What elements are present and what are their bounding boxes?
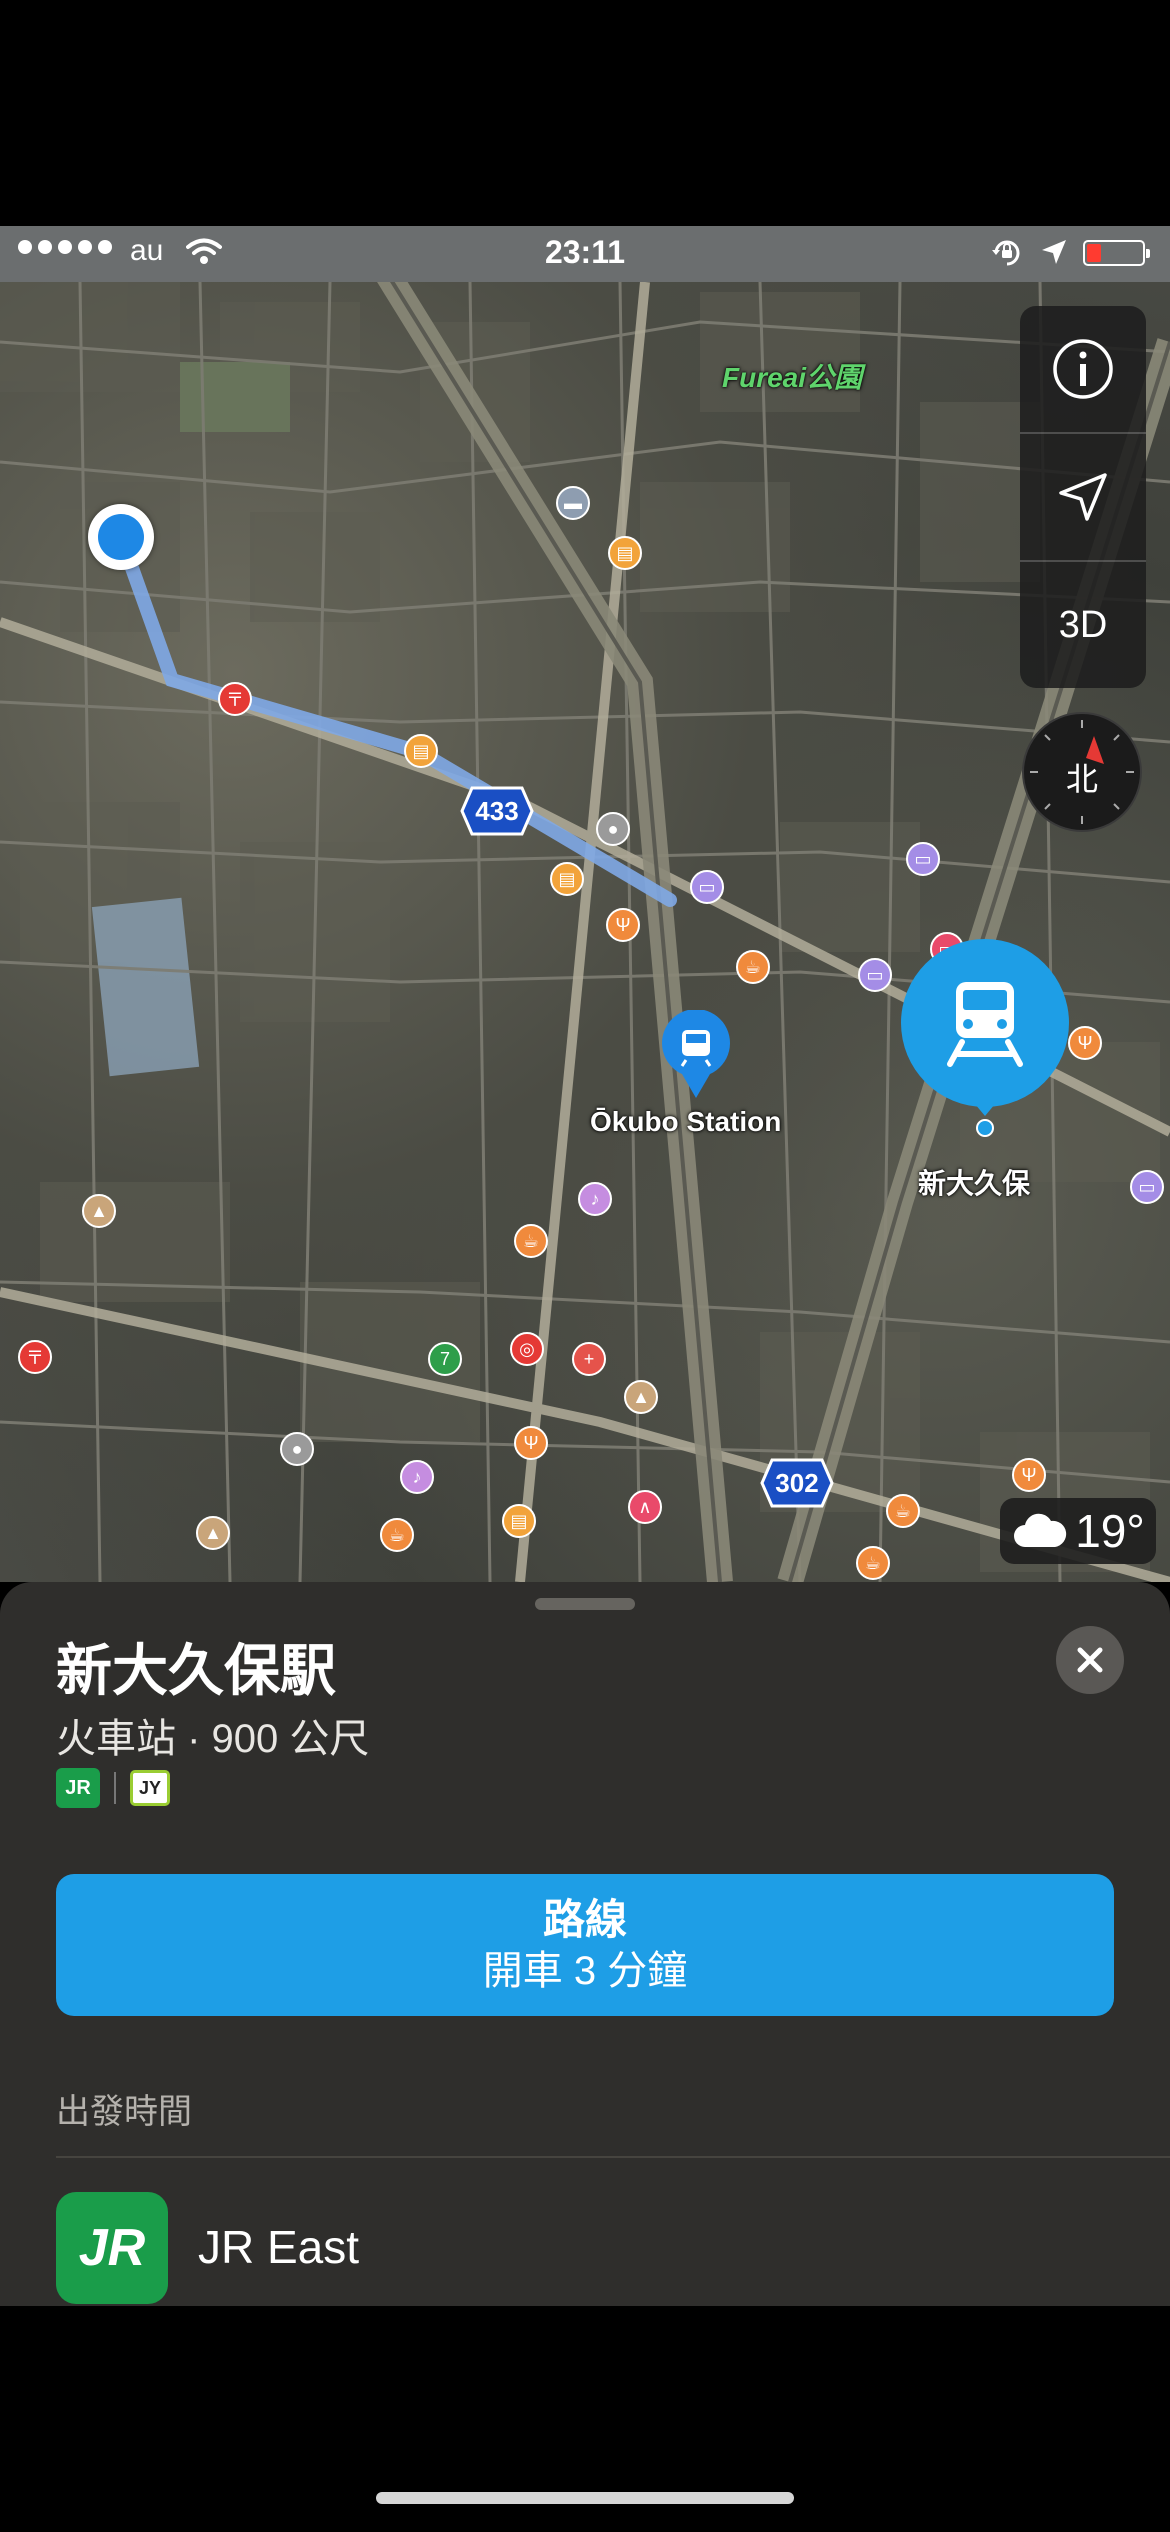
hospital-icon[interactable]: + [572, 1342, 606, 1376]
school-icon[interactable]: ▲ [82, 1194, 116, 1228]
school-icon[interactable]: ▲ [196, 1516, 230, 1550]
shopping-icon[interactable]: ▤ [404, 734, 438, 768]
jr-east-logo: JR [56, 2192, 168, 2304]
restaurant-icon[interactable]: Ψ [606, 908, 640, 942]
tracking-button[interactable] [1020, 434, 1146, 560]
directions-button-detail: 開車 3 分鐘 [482, 1949, 688, 1993]
selected-station-label: 新大久保 [918, 1168, 1031, 1199]
temperature: 19° [1075, 1505, 1145, 1557]
post-office-icon[interactable]: 〒 [18, 1340, 52, 1374]
jr-badge: JR [56, 1768, 100, 1808]
map-controls: 3D [1020, 306, 1146, 688]
landmark-icon[interactable]: ● [596, 812, 630, 846]
operator-name[interactable]: JR East [198, 2220, 359, 2274]
attraction-icon[interactable]: ∧ [628, 1490, 662, 1524]
okubo-station-label: Ōkubo Station [590, 1106, 782, 1137]
compass[interactable]: 北 [1022, 712, 1142, 832]
cloud-icon [1014, 1513, 1067, 1547]
cafe-icon[interactable]: ☕ [736, 950, 770, 984]
shopping-icon[interactable]: ▤ [608, 536, 642, 570]
shopping-icon[interactable]: ▤ [502, 1504, 536, 1538]
school-icon[interactable]: ▲ [624, 1380, 658, 1414]
departures-section-title: 出發時間 [56, 2093, 192, 2131]
selected-station-pin[interactable] [900, 938, 1070, 1138]
info-icon [1053, 339, 1113, 399]
hotel-icon[interactable]: ▭ [690, 870, 724, 904]
okubo-station-pin[interactable] [658, 1009, 734, 1100]
cafe-icon[interactable]: ☕ [856, 1546, 890, 1580]
target-store-icon[interactable]: ◎ [510, 1332, 544, 1366]
close-button[interactable] [1056, 1626, 1124, 1694]
current-location-marker[interactable] [88, 504, 154, 570]
close-icon [1077, 1647, 1103, 1673]
rotation-lock-icon [990, 236, 1024, 275]
music-icon[interactable]: ♪ [400, 1460, 434, 1494]
map-streets [0, 282, 1170, 1582]
restaurant-icon[interactable]: Ψ [514, 1426, 548, 1460]
restaurant-icon[interactable]: Ψ [1012, 1458, 1046, 1492]
info-button[interactable] [1020, 306, 1146, 432]
cafe-icon[interactable]: ☕ [380, 1518, 414, 1552]
line-badges: JR JY [56, 1768, 170, 1808]
music-icon[interactable]: ♪ [578, 1182, 612, 1216]
landmark-icon[interactable]: ● [280, 1432, 314, 1466]
route-433-shield: 433 [460, 786, 534, 836]
home-indicator[interactable] [376, 2492, 794, 2504]
route-302-shield: 302 [760, 1458, 834, 1508]
location-services-icon [1040, 238, 1068, 271]
restaurant-icon[interactable]: Ψ [1068, 1026, 1102, 1060]
shopping-icon[interactable]: ▤ [550, 862, 584, 896]
convenience-store-icon[interactable]: 7 [428, 1342, 462, 1376]
directions-button-title: 路線 [542, 1896, 627, 1943]
hotel-icon[interactable]: ▭ [1130, 1170, 1164, 1204]
hotel-icon[interactable]: ▭ [858, 958, 892, 992]
cafe-icon[interactable]: ☕ [886, 1494, 920, 1528]
3d-button[interactable]: 3D [1020, 562, 1146, 688]
place-title: 新大久保駅 [56, 1639, 336, 1702]
cafe-icon[interactable]: ☕ [514, 1224, 548, 1258]
battery-icon [1083, 240, 1150, 266]
divider [56, 2156, 1170, 2158]
directions-button[interactable]: 路線 開車 3 分鐘 [56, 1874, 1114, 2016]
jy-line-badge: JY [130, 1770, 170, 1806]
park-label: Fureai公園 [722, 362, 863, 393]
car-icon[interactable]: ▬ [556, 486, 590, 520]
badge-divider [114, 1772, 116, 1804]
post-office-icon[interactable]: 〒 [218, 682, 252, 716]
weather-widget: 19° [1000, 1498, 1156, 1564]
card-grabber[interactable] [535, 1598, 635, 1610]
map-view[interactable]: Fureai公園 〒 ▤ ▤ ▬ ▤ ● Ψ ▭ ☕ ▭ ▭ ▭ Ψ ▭ ♪ ☕… [0, 282, 1170, 1582]
place-card: 新大久保駅 火車站 · 900 公尺 JR JY 路線 開車 3 分鐘 出發時間… [0, 1582, 1170, 2306]
location-arrow-icon [1059, 473, 1107, 521]
compass-north-label: 北 [1065, 761, 1098, 797]
status-bar: au 23:11 [0, 226, 1170, 282]
place-subtitle: 火車站 · 900 公尺 [56, 1717, 370, 1761]
hotel-icon[interactable]: ▭ [906, 842, 940, 876]
